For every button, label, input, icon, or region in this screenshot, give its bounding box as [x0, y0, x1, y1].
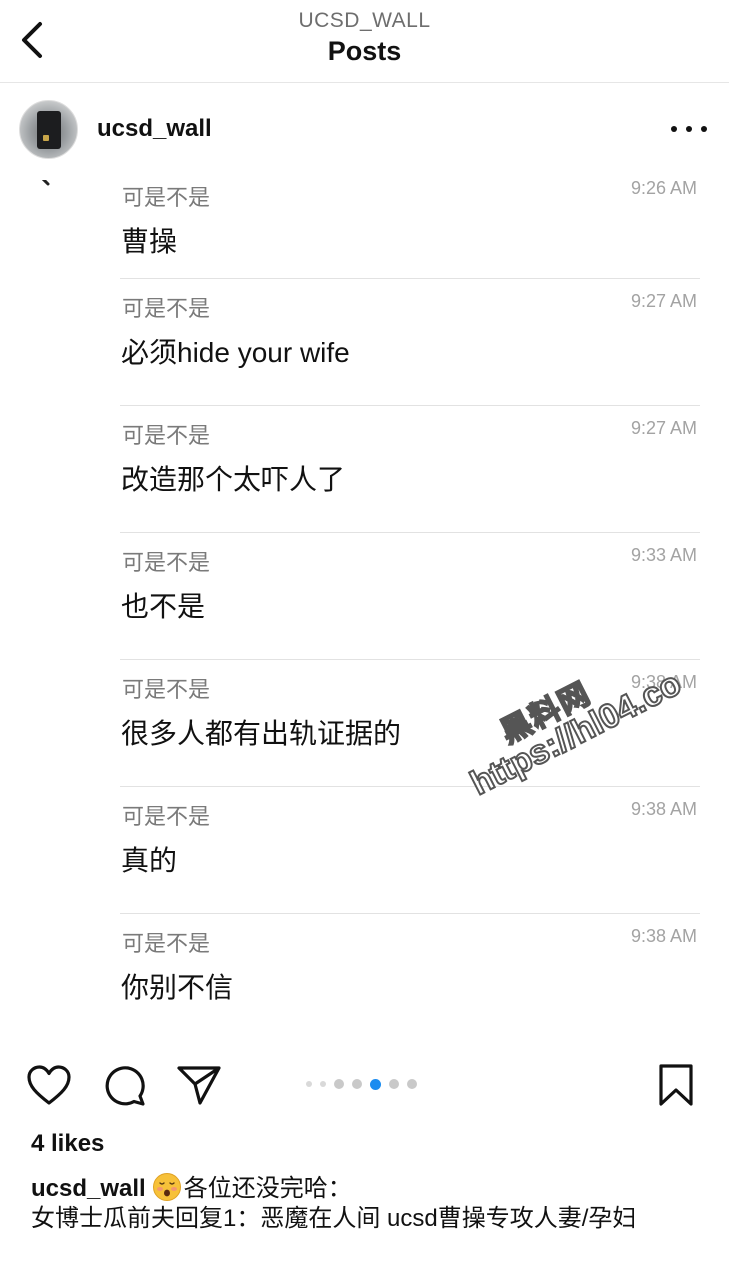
post-action-bar	[0, 1042, 729, 1126]
message-item: 可是不是 9:26 AM 曹操	[120, 180, 700, 279]
message-text: 真的	[121, 845, 178, 876]
message-text: 曹操	[121, 226, 178, 257]
carousel-dot	[352, 1079, 362, 1089]
heart-icon	[27, 1065, 71, 1105]
carousel-dot	[320, 1081, 326, 1087]
more-dot-icon	[686, 126, 692, 132]
message-time: 9:27 AM	[630, 291, 697, 311]
message-item: 可是不是 9:38 AM 很多人都有出轨证据的	[120, 660, 700, 787]
more-dot-icon	[701, 126, 707, 132]
top-navigation-bar: UCSD_WALL Posts	[0, 0, 729, 83]
carousel-indicator	[302, 1078, 421, 1090]
carousel-dot-active	[370, 1078, 381, 1090]
message-sender: 可是不是	[122, 804, 211, 829]
post-username[interactable]: ucsd_wall	[97, 115, 212, 143]
message-list: 可是不是 9:26 AM 曹操 可是不是 9:27 AM 必须hide your…	[120, 180, 700, 1041]
message-sender: 可是不是	[122, 423, 211, 448]
message-item: 可是不是 9:38 AM 真的	[120, 787, 700, 914]
comment-button[interactable]	[100, 1062, 148, 1108]
message-item: 可是不是 9:27 AM 必须hide your wife	[120, 279, 700, 406]
message-time: 9:27 AM	[630, 418, 697, 438]
message-sender: 可是不是	[122, 677, 211, 702]
nav-titles: UCSD_WALL Posts	[0, 8, 729, 68]
carousel-dot	[306, 1081, 312, 1087]
send-icon	[177, 1066, 221, 1105]
message-sender: 可是不是	[122, 296, 211, 321]
page-title: Posts	[327, 36, 402, 66]
carousel-dot	[389, 1079, 399, 1089]
comment-icon	[105, 1066, 145, 1106]
message-text: 也不是	[121, 591, 206, 622]
avatar[interactable]	[19, 100, 78, 159]
message-text: 你别不信	[121, 972, 234, 1003]
carousel-dot	[407, 1079, 417, 1089]
post-header: ucsd_wall	[0, 83, 729, 180]
more-options-button[interactable]	[671, 119, 707, 139]
more-dot-icon	[671, 126, 677, 132]
caption-username[interactable]: ucsd_wall	[31, 1175, 146, 1202]
face-with-open-mouth-icon	[152, 1173, 181, 1201]
message-text: 改造那个太吓人了	[121, 464, 346, 495]
message-text: 必须hide your wife	[121, 337, 350, 368]
message-item: 可是不是 9:33 AM 也不是	[120, 533, 700, 660]
message-sender: 可是不是	[122, 550, 211, 575]
post-caption: ucsd_wall 各位还没完哈： 女博士瓜前夫回复1：恶魔在人间 ucsd曹操…	[31, 1172, 701, 1234]
message-time: 9:38 AM	[630, 799, 697, 819]
message-time: 9:33 AM	[630, 545, 697, 565]
avatar-photo	[37, 111, 61, 149]
chevron-left-icon	[41, 180, 50, 186]
save-button[interactable]	[652, 1062, 700, 1108]
bookmark-icon	[659, 1064, 693, 1106]
share-button[interactable]	[175, 1062, 223, 1108]
like-button[interactable]	[25, 1062, 73, 1108]
post-media[interactable]: 可是不是 9:26 AM 曹操 可是不是 9:27 AM 必须hide your…	[0, 180, 729, 1042]
message-sender: 可是不是	[122, 185, 211, 210]
likes-count[interactable]: 4 likes	[31, 1130, 104, 1158]
message-time: 9:38 AM	[630, 672, 697, 692]
message-text: 很多人都有出轨证据的	[121, 718, 402, 749]
message-item: 可是不是 9:27 AM 改造那个太吓人了	[120, 406, 700, 533]
account-name-label: UCSD_WALL	[298, 9, 431, 32]
carousel-dot	[334, 1079, 344, 1089]
message-time: 9:38 AM	[630, 926, 697, 946]
message-item: 可是不是 9:38 AM 你别不信	[120, 914, 700, 1041]
message-sender: 可是不是	[122, 931, 211, 956]
message-time: 9:26 AM	[630, 180, 697, 198]
